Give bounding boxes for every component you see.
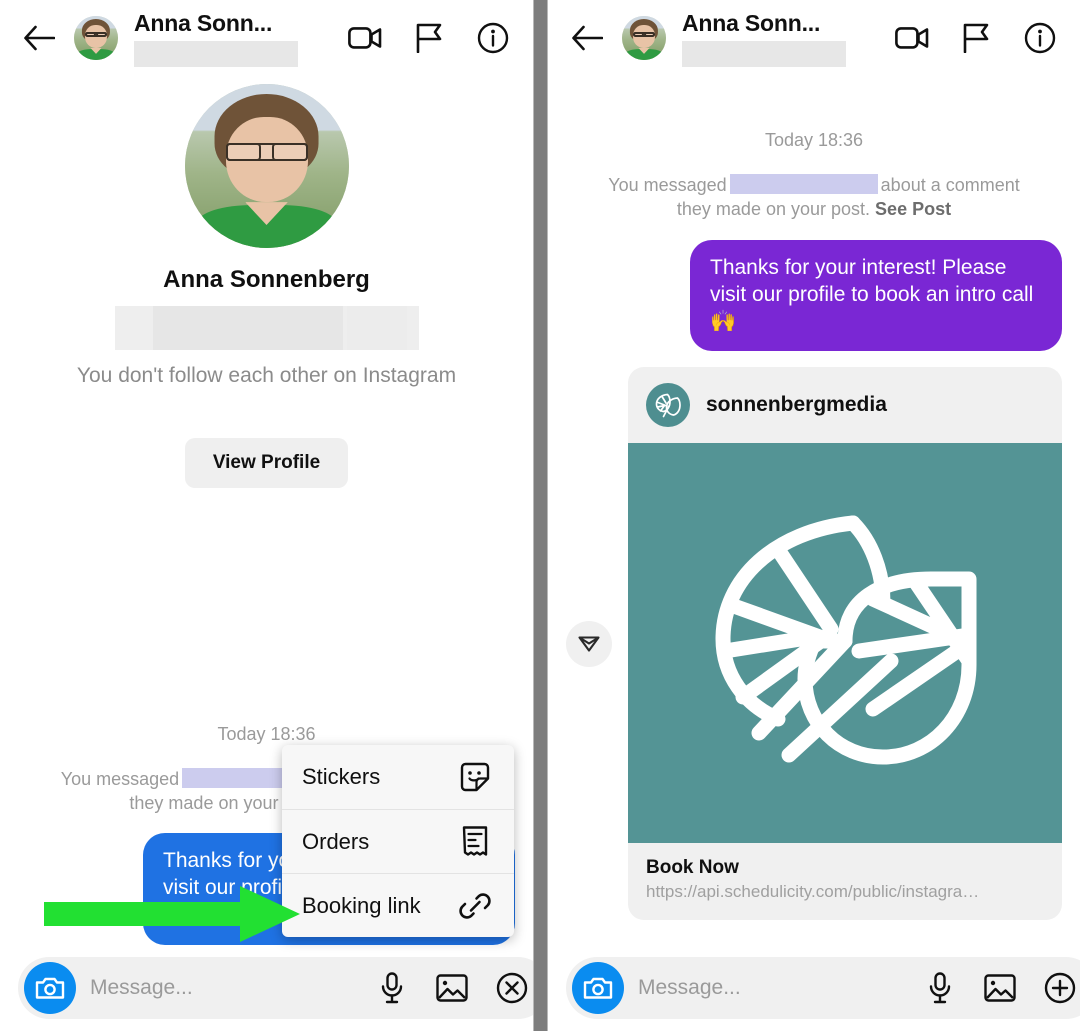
link-chain-icon — [458, 889, 492, 923]
contact-name: Anna Sonn... — [134, 9, 273, 36]
profile-avatar[interactable] — [184, 84, 349, 248]
menu-item-booking-link[interactable]: Booking link — [282, 873, 514, 937]
menu-item-stickers[interactable]: Stickers — [282, 745, 514, 809]
gallery-icon[interactable] — [983, 971, 1017, 1005]
follow-status: You don't follow each other on Instagram — [76, 364, 457, 387]
composer-left — [0, 945, 533, 1031]
message-input[interactable] — [638, 976, 909, 1000]
composer-pill — [18, 957, 533, 1019]
header-title-wrap: Anna Sonn... — [134, 10, 339, 67]
panel-divider — [533, 0, 548, 1031]
link-card-row: sonnenbergmedia Book Now https://api.sch… — [548, 351, 1080, 921]
menu-item-label: Booking link — [302, 892, 421, 918]
card-image — [628, 443, 1062, 844]
chat-header-left: Anna Sonn... — [0, 0, 533, 76]
message-thread-right: Today 18:36 You messaged about a comment … — [548, 120, 1080, 921]
header-actions — [894, 20, 1058, 56]
camera-icon[interactable] — [572, 962, 624, 1014]
system-note: You messagedabout a comment they made on… — [548, 173, 1080, 240]
card-url: https://api.schedulicity.com/public/inst… — [646, 882, 980, 902]
message-bubble[interactable]: Thanks for your interest! Please visit o… — [690, 239, 1062, 352]
gallery-icon[interactable] — [435, 971, 469, 1005]
flag-icon[interactable] — [958, 20, 994, 56]
right-screen: Anna Sonn... Today 18:36 You messaged abo… — [548, 0, 1080, 1031]
send-plane-icon[interactable] — [566, 620, 612, 667]
back-arrow-icon[interactable] — [566, 17, 608, 59]
composer-pill — [566, 957, 1080, 1019]
info-icon[interactable] — [475, 20, 511, 56]
system-note-prefix: You messaged — [60, 768, 180, 789]
screenshot-root: Anna Sonn... Anna Sonnenberg You don't f… — [0, 0, 1080, 1031]
redacted-handle — [682, 40, 846, 67]
header-actions — [347, 20, 511, 56]
leaf-logo-icon — [646, 383, 690, 428]
card-handle: sonnenbergmedia — [706, 393, 887, 417]
menu-item-orders[interactable]: Orders — [282, 809, 514, 873]
video-call-icon[interactable] — [347, 20, 383, 56]
redacted-profile-handle — [114, 306, 419, 350]
menu-item-label: Orders — [302, 828, 370, 854]
chat-header-right: Anna Sonn... — [548, 0, 1080, 76]
card-title: Book Now — [646, 857, 739, 879]
microphone-icon[interactable] — [375, 971, 409, 1005]
contact-name: Anna Sonn... — [682, 9, 821, 36]
info-icon[interactable] — [1022, 20, 1058, 56]
composer-right — [548, 945, 1080, 1031]
profile-name: Anna Sonnenberg — [163, 266, 370, 293]
avatar[interactable] — [622, 16, 666, 60]
microphone-icon[interactable] — [923, 971, 957, 1005]
view-profile-button[interactable]: View Profile — [184, 438, 349, 488]
receipt-icon — [458, 825, 492, 859]
see-post-link[interactable]: See Post — [875, 199, 951, 219]
composer-actions — [375, 971, 529, 1005]
redacted-username — [729, 174, 878, 194]
avatar[interactable] — [74, 16, 118, 60]
profile-block: Anna Sonnenberg You don't follow each ot… — [0, 76, 533, 488]
message-input[interactable] — [90, 976, 361, 1000]
outgoing-message-row: Thanks for your interest! Please visit o… — [548, 239, 1080, 352]
sticker-icon — [458, 760, 492, 794]
video-call-icon[interactable] — [894, 20, 930, 56]
system-note-prefix: You messaged — [608, 175, 727, 195]
plus-circle-icon[interactable] — [1043, 971, 1077, 1005]
card-header: sonnenbergmedia — [628, 367, 1062, 443]
back-arrow-icon[interactable] — [18, 17, 60, 59]
day-stamp: Today 18:36 — [764, 130, 864, 150]
header-title-wrap: Anna Sonn... — [682, 10, 886, 67]
card-footer: Book Now https://api.schedulicity.com/pu… — [628, 843, 1062, 920]
attachment-menu: Stickers Orders Booking link — [282, 745, 514, 937]
composer-actions — [923, 971, 1077, 1005]
camera-icon[interactable] — [24, 962, 76, 1014]
flag-icon[interactable] — [411, 20, 447, 56]
leaf-logo-icon — [715, 515, 977, 765]
close-circle-icon[interactable] — [495, 971, 529, 1005]
left-screen: Anna Sonn... Anna Sonnenberg You don't f… — [0, 0, 533, 1031]
menu-item-label: Stickers — [302, 764, 381, 789]
booking-link-card[interactable]: sonnenbergmedia Book Now https://api.sch… — [628, 367, 1062, 921]
redacted-handle — [134, 40, 298, 67]
